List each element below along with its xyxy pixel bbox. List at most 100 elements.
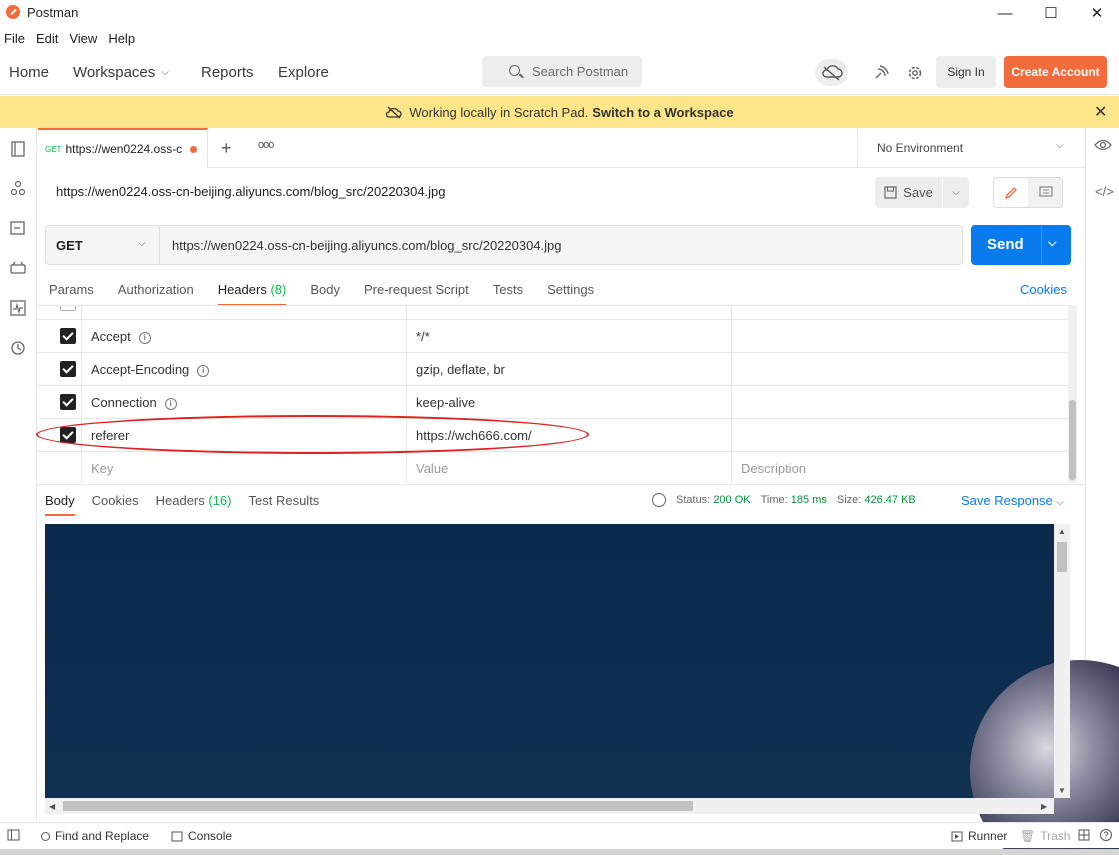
tab-tests[interactable]: Tests bbox=[493, 282, 523, 306]
scroll-left-icon[interactable]: ◀ bbox=[49, 802, 55, 811]
tab-method: GET bbox=[45, 144, 62, 154]
request-name: https://wen0224.oss-cn-beijing.aliyuncs.… bbox=[56, 184, 446, 199]
header-key[interactable]: Connection i bbox=[91, 395, 177, 410]
tab-settings[interactable]: Settings bbox=[547, 282, 594, 306]
pencil-icon[interactable] bbox=[994, 178, 1028, 207]
description-placeholder[interactable]: Description bbox=[741, 461, 806, 476]
cookies-link[interactable]: Cookies bbox=[1020, 282, 1067, 297]
url-input[interactable]: https://wen0224.oss-cn-beijing.aliyuncs.… bbox=[172, 238, 562, 253]
header-value[interactable]: keep-alive bbox=[416, 395, 475, 410]
environments-icon[interactable] bbox=[9, 219, 27, 237]
tab-headers[interactable]: Headers (8) bbox=[217, 282, 286, 306]
monitors-icon[interactable] bbox=[9, 299, 27, 317]
help-icon[interactable]: ? bbox=[1100, 829, 1112, 841]
resp-tab-body[interactable]: Body bbox=[45, 493, 75, 516]
preview-vertical-scrollbar[interactable]: ▲ ▼ bbox=[1054, 524, 1070, 798]
mock-servers-icon[interactable] bbox=[9, 259, 27, 277]
menu-help[interactable]: Help bbox=[108, 31, 135, 46]
close-window-button[interactable]: ✕ bbox=[1074, 0, 1119, 26]
headers-scrollbar[interactable] bbox=[1068, 305, 1077, 483]
search-input[interactable]: Search Postman bbox=[482, 56, 642, 87]
minimize-button[interactable]: — bbox=[982, 0, 1028, 26]
search-placeholder: Search Postman bbox=[532, 64, 629, 79]
headers-table: Accept i */* Accept-Encoding i gzip, defla… bbox=[38, 305, 1068, 483]
preview-horizontal-scrollbar[interactable]: ◀ ▶ bbox=[45, 798, 1054, 814]
nav-workspaces-label: Workspaces bbox=[73, 64, 156, 81]
console-button[interactable]: Console bbox=[171, 829, 232, 843]
nav-explore[interactable]: Explore bbox=[278, 64, 329, 81]
header-value[interactable]: gzip, deflate, br bbox=[416, 362, 505, 377]
nav-reports[interactable]: Reports bbox=[201, 64, 254, 81]
send-button[interactable]: Send ⌵ bbox=[971, 225, 1071, 265]
tab-body[interactable]: Body bbox=[310, 282, 340, 306]
maximize-button[interactable]: ☐ bbox=[1028, 0, 1074, 26]
save-response-button[interactable]: Save Response ⌵ bbox=[961, 493, 1064, 508]
environment-selected: No Environment bbox=[877, 141, 964, 155]
runner-button[interactable]: Runner bbox=[951, 829, 1007, 843]
resp-tab-test-results[interactable]: Test Results bbox=[249, 493, 320, 508]
nav-workspaces[interactable]: Workspaces ⌵ bbox=[73, 64, 169, 81]
sync-status-button[interactable] bbox=[815, 59, 848, 86]
time-value[interactable]: 185 ms bbox=[791, 494, 827, 506]
more-tabs-icon[interactable]: ooo bbox=[258, 139, 274, 151]
tab-pre-request-script[interactable]: Pre-request Script bbox=[364, 282, 469, 306]
trash-icon: 🗑 bbox=[1020, 829, 1036, 843]
find-replace-button[interactable]: Find and Replace bbox=[41, 829, 149, 843]
scrollbar-thumb[interactable] bbox=[1069, 400, 1076, 480]
apis-icon[interactable] bbox=[9, 179, 27, 197]
menu-edit[interactable]: Edit bbox=[36, 31, 58, 46]
switch-workspace-link[interactable]: Switch to a Workspace bbox=[592, 105, 733, 120]
scratch-pad-banner: Working locally in Scratch Pad. Switch t… bbox=[0, 96, 1119, 128]
create-account-button[interactable]: Create Account bbox=[1004, 56, 1107, 88]
toggle-sidebar-icon[interactable] bbox=[7, 829, 20, 841]
comment-icon[interactable] bbox=[1030, 178, 1062, 207]
menu-file[interactable]: File bbox=[4, 31, 25, 46]
settings-button[interactable] bbox=[900, 58, 930, 88]
trash-button[interactable]: 🗑 Trash bbox=[1020, 829, 1070, 843]
header-checkbox[interactable] bbox=[60, 306, 76, 311]
header-key[interactable]: Accept-Encoding i bbox=[91, 362, 210, 377]
tab-authorization[interactable]: Authorization bbox=[118, 282, 194, 306]
scrollbar-thumb[interactable] bbox=[1057, 542, 1067, 572]
header-checkbox[interactable] bbox=[60, 328, 76, 344]
find-replace-label: Find and Replace bbox=[55, 829, 150, 843]
scrollbar-thumb[interactable] bbox=[63, 801, 693, 811]
chevron-down-icon[interactable]: ⌵ bbox=[1048, 237, 1056, 250]
header-key[interactable]: Accept i bbox=[91, 329, 151, 344]
save-dropdown-button[interactable]: ⌵ bbox=[943, 177, 969, 208]
eye-icon[interactable] bbox=[1094, 138, 1112, 155]
scroll-right-icon[interactable]: ▶ bbox=[1041, 802, 1047, 811]
header-checkbox[interactable] bbox=[60, 394, 76, 410]
plus-icon[interactable]: + bbox=[221, 138, 232, 159]
status-value[interactable]: 200 OK bbox=[713, 494, 750, 506]
collections-icon[interactable] bbox=[9, 140, 27, 158]
resp-tab-headers[interactable]: Headers (16) bbox=[156, 493, 232, 508]
menu-view[interactable]: View bbox=[69, 31, 97, 46]
sign-in-button[interactable]: Sign In bbox=[936, 56, 996, 88]
size-value[interactable]: 426.47 KB bbox=[864, 494, 915, 506]
scroll-down-icon[interactable]: ▼ bbox=[1058, 786, 1066, 795]
value-placeholder[interactable]: Value bbox=[416, 461, 448, 476]
close-icon[interactable]: ✕ bbox=[1094, 102, 1107, 122]
nav-home[interactable]: Home bbox=[9, 64, 49, 81]
code-icon[interactable]: </> bbox=[1095, 184, 1114, 199]
tab-params[interactable]: Params bbox=[49, 282, 94, 306]
save-button[interactable]: Save bbox=[875, 177, 942, 208]
header-checkbox[interactable] bbox=[60, 361, 76, 377]
globe-icon[interactable] bbox=[652, 493, 666, 507]
info-icon: i bbox=[164, 397, 177, 410]
request-tab[interactable]: GET https://wen0224.oss-c bbox=[38, 128, 208, 168]
layout-icon[interactable] bbox=[1078, 829, 1090, 841]
history-icon[interactable] bbox=[9, 339, 27, 357]
header-key-text: Accept bbox=[91, 329, 131, 344]
status-bar: Find and Replace Console Runner 🗑 Trash ? bbox=[0, 822, 1119, 848]
scroll-up-icon[interactable]: ▲ bbox=[1058, 527, 1066, 536]
table-row-new: Key Value Description bbox=[38, 452, 1068, 483]
header-value[interactable]: */* bbox=[416, 329, 430, 344]
environment-select[interactable]: No Environment ⌵ bbox=[857, 128, 1085, 168]
capture-requests-button[interactable] bbox=[866, 58, 896, 88]
runner-icon bbox=[951, 831, 963, 841]
method-select[interactable]: GET ⌵ bbox=[46, 226, 160, 264]
resp-tab-cookies[interactable]: Cookies bbox=[92, 493, 139, 508]
key-placeholder[interactable]: Key bbox=[91, 461, 113, 476]
